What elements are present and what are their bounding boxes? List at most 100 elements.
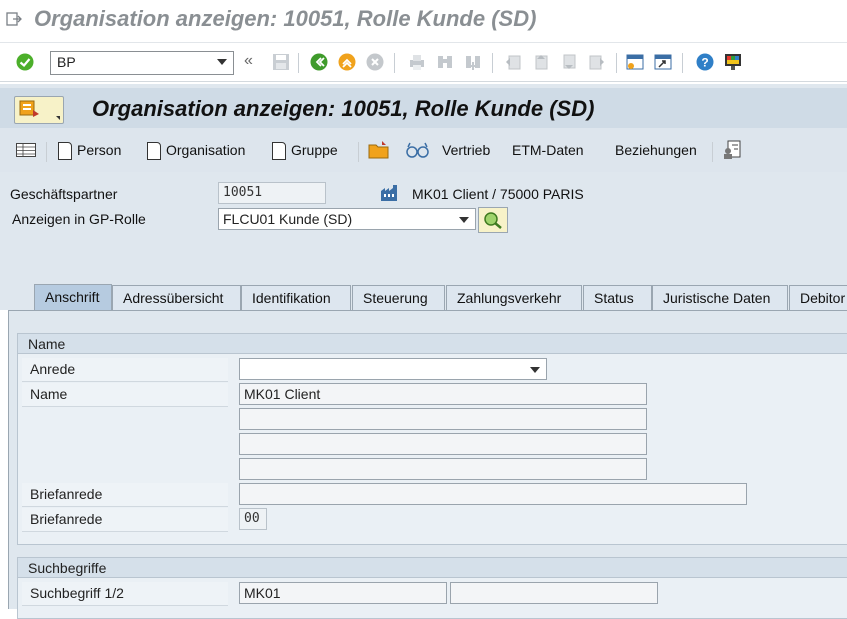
chevron-down-icon[interactable]: [530, 367, 540, 373]
last-page-icon[interactable]: [588, 53, 606, 71]
vertrieb-button[interactable]: Vertrieb: [442, 142, 490, 158]
name-label: Name: [30, 386, 68, 402]
beziehungen-button[interactable]: Beziehungen: [615, 142, 697, 158]
name-field-3[interactable]: [239, 433, 647, 455]
find-next-icon[interactable]: [464, 53, 482, 71]
tab-label: Anschrift: [45, 289, 100, 305]
glasses-icon[interactable]: [406, 140, 430, 160]
enter-check-icon[interactable]: [16, 53, 34, 71]
etm-daten-button[interactable]: ETM-Daten: [512, 142, 584, 158]
shortcut-icon[interactable]: [654, 53, 672, 71]
customize-layout-icon[interactable]: [724, 53, 742, 71]
command-value: BP: [57, 54, 76, 70]
svg-text:?: ?: [701, 56, 708, 70]
anrede-select[interactable]: [239, 358, 547, 380]
collapse-icon[interactable]: «: [244, 52, 253, 70]
tab-status[interactable]: Status: [583, 285, 652, 311]
partner-field[interactable]: 10051: [218, 182, 326, 204]
tab-strip: Anschrift Adressübersicht Identifikation…: [0, 282, 847, 311]
system-toolbar: BP « ?: [0, 42, 847, 82]
tab-steuerung[interactable]: Steuerung: [352, 285, 445, 311]
separator: [298, 53, 299, 73]
help-icon[interactable]: ?: [696, 53, 714, 71]
first-page-icon[interactable]: [504, 53, 522, 71]
tab-label: Identifikation: [252, 290, 331, 306]
relationship-icon[interactable]: [722, 140, 742, 160]
anrede-row: Anrede: [22, 358, 228, 382]
role-select[interactable]: FLCU01 Kunde (SD): [218, 208, 476, 230]
tab-label: Adressübersicht: [123, 290, 224, 306]
application-toolbar: Person Organisation Gruppe Vertrieb ETM-…: [0, 128, 847, 173]
back-icon[interactable]: [310, 53, 328, 71]
tab-label: Juristische Daten: [663, 290, 771, 306]
separator: [358, 142, 359, 162]
search-term-1-field[interactable]: MK01: [239, 582, 447, 604]
briefanrede-label: Briefanrede: [30, 486, 103, 502]
search-terms-group: Suchbegriffe Suchbegriff 1/2 MK01: [17, 557, 847, 619]
find-icon[interactable]: [436, 53, 454, 71]
open-folder-icon[interactable]: [368, 140, 390, 160]
organisation-icon: [381, 185, 397, 201]
print-icon[interactable]: [408, 53, 426, 71]
tab-label: Debitor: [800, 290, 846, 306]
chevron-down-icon[interactable]: [217, 59, 227, 65]
dropdown-corner-icon: [56, 116, 60, 120]
person-button[interactable]: Person: [77, 142, 121, 158]
separator: [682, 53, 683, 73]
briefanrede-field[interactable]: [239, 483, 747, 505]
cancel-icon[interactable]: [366, 53, 384, 71]
tab-zahlungsverkehr[interactable]: Zahlungsverkehr: [446, 285, 582, 311]
window-title: Organisation anzeigen: 10051, Rolle Kund…: [34, 6, 537, 31]
role-label: Anzeigen in GP-Rolle: [12, 211, 146, 227]
separator: [492, 53, 493, 73]
partner-label: Geschäftspartner: [10, 186, 118, 202]
table-icon[interactable]: [16, 143, 36, 157]
page-title: Organisation anzeigen: 10051, Rolle Kund…: [92, 96, 595, 121]
menu-icon: [19, 100, 39, 117]
switch-role-button[interactable]: [478, 207, 508, 233]
partner-description: MK01 Client / 75000 PARIS: [412, 186, 584, 202]
separator: [616, 53, 617, 73]
name-field-4[interactable]: [239, 458, 647, 480]
name-value-1: MK01 Client: [244, 386, 321, 402]
name-field-1[interactable]: MK01 Client: [239, 383, 647, 405]
tab-label: Steuerung: [363, 290, 428, 306]
briefanrede-code-field[interactable]: 00: [239, 508, 267, 530]
gruppe-button[interactable]: Gruppe: [291, 142, 338, 158]
command-field[interactable]: BP: [50, 51, 234, 75]
tab-juristische-daten[interactable]: Juristische Daten: [652, 285, 788, 311]
next-page-icon[interactable]: [560, 53, 578, 71]
briefanrede-code-value: 00: [244, 511, 260, 526]
tab-label: Zahlungsverkehr: [457, 290, 562, 306]
search-terms-row: Suchbegriff 1/2: [22, 582, 228, 606]
name-group-title: Name: [18, 334, 847, 354]
exit-icon[interactable]: [6, 12, 22, 26]
search-term-1-value: MK01: [244, 585, 281, 601]
briefanrede2-row: Briefanrede: [22, 508, 228, 532]
separator: [46, 142, 47, 162]
search-terms-label: Suchbegriff 1/2: [30, 585, 124, 601]
briefanrede2-label: Briefanrede: [30, 511, 103, 527]
tab-debitor[interactable]: Debitor: [789, 285, 847, 311]
exit-up-icon[interactable]: [338, 53, 356, 71]
document-icon: [272, 142, 286, 160]
anrede-label: Anrede: [30, 361, 76, 377]
separator: [712, 142, 713, 162]
briefanrede-row: Briefanrede: [22, 483, 228, 507]
tab-label: Status: [594, 290, 634, 306]
search-term-2-field[interactable]: [450, 582, 658, 604]
save-icon[interactable]: [272, 53, 290, 71]
chevron-down-icon[interactable]: [459, 217, 469, 223]
name-field-2[interactable]: [239, 408, 647, 430]
document-icon: [147, 142, 161, 160]
window-title-bar: Organisation anzeigen: 10051, Rolle Kund…: [0, 0, 847, 40]
search-icon: [484, 212, 502, 229]
menu-selector-button[interactable]: [14, 96, 64, 124]
prev-page-icon[interactable]: [532, 53, 550, 71]
new-session-icon[interactable]: [626, 53, 644, 71]
name-group: Name Anrede Name MK01 Client Briefanrede…: [17, 333, 847, 545]
tab-adressuebersicht[interactable]: Adressübersicht: [112, 285, 241, 311]
tab-anschrift[interactable]: Anschrift: [34, 284, 112, 311]
tab-identifikation[interactable]: Identifikation: [241, 285, 351, 311]
organisation-button[interactable]: Organisation: [166, 142, 245, 158]
